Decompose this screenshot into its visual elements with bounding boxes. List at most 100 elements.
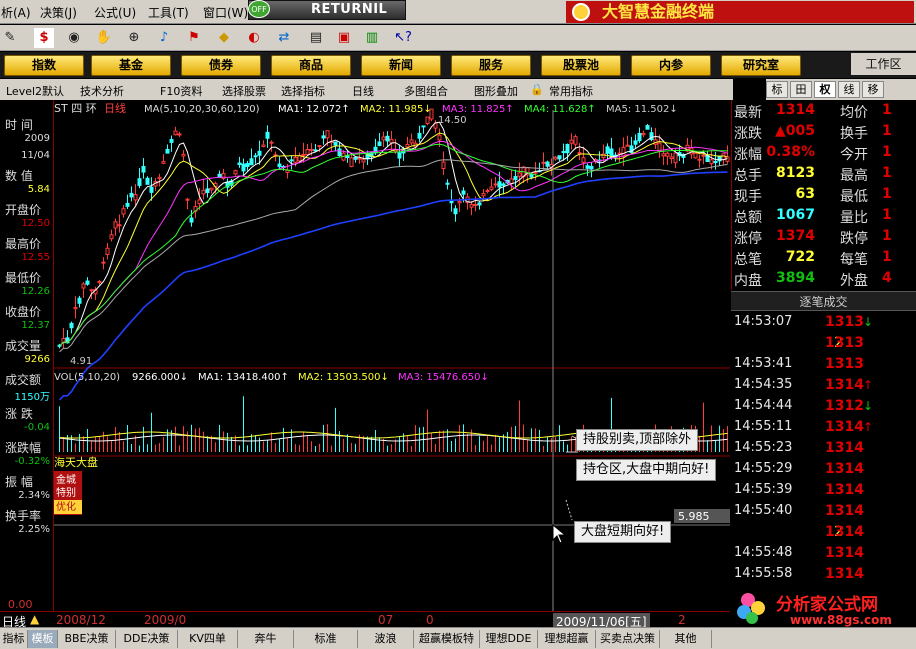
quote-key: 最新 bbox=[734, 105, 762, 121]
arrow-up-icon: ↑ bbox=[863, 378, 874, 392]
select-indicator-button[interactable]: 选择指标 bbox=[281, 83, 325, 99]
brand-logo-icon bbox=[572, 3, 590, 21]
tab-trade-points[interactable]: 买卖点决策 bbox=[596, 630, 660, 648]
indicator-title: 海天大盘 bbox=[54, 455, 98, 469]
select-stock-button[interactable]: 选择股票 bbox=[222, 83, 266, 99]
returnil-banner[interactable]: RETURNIL bbox=[248, 0, 406, 20]
quote-value-2: 1 bbox=[882, 123, 892, 139]
overlay-button[interactable]: 图形叠加 bbox=[474, 83, 518, 99]
quote-value-2: 1 bbox=[882, 186, 892, 202]
nav-stock-pool-button[interactable]: 股票池 bbox=[541, 55, 621, 76]
tab-bbe[interactable]: BBE决策 bbox=[58, 630, 116, 648]
export-icon[interactable]: ⇄ bbox=[274, 28, 294, 48]
menu-window[interactable]: 窗口(W) bbox=[203, 4, 248, 21]
f10-button[interactable]: F10资料 bbox=[160, 83, 202, 99]
tab-standard[interactable]: 标准 bbox=[294, 630, 358, 648]
nav-service-button[interactable]: 服务 bbox=[451, 55, 531, 76]
dial-icon[interactable]: ◐ bbox=[244, 28, 264, 48]
nav-fund-button[interactable]: 基金 bbox=[91, 55, 171, 76]
tech-analysis-button[interactable]: 技术分析 bbox=[80, 83, 124, 99]
tab-wave[interactable]: 波浪 bbox=[358, 630, 414, 648]
quote-key-2: 每笔 bbox=[840, 252, 868, 268]
grey-box-icon[interactable]: ▤ bbox=[306, 28, 326, 48]
hand-icon[interactable]: ✋ bbox=[94, 28, 114, 48]
tab-indicator[interactable]: 指标 bbox=[0, 630, 28, 648]
menu-decision[interactable]: 决策(J) bbox=[40, 4, 77, 21]
tab-other[interactable]: 其他 bbox=[660, 630, 712, 648]
candle-body bbox=[441, 161, 446, 169]
amount-value: 1150万 bbox=[14, 392, 50, 403]
trade-row: 14:53:41 1313 bbox=[731, 356, 916, 377]
window-icon[interactable]: ▣ bbox=[334, 28, 354, 48]
candle-body bbox=[457, 200, 462, 204]
daily-line-button[interactable]: 日线 bbox=[352, 83, 374, 99]
change-pct-label: 涨跌幅 bbox=[5, 441, 42, 455]
quote-key-2: 今开 bbox=[840, 147, 868, 163]
glasses-icon[interactable]: ◉ bbox=[64, 28, 84, 48]
nav-index-button[interactable]: 指数 bbox=[4, 55, 84, 76]
common-indicator-button[interactable]: 常用指标 bbox=[549, 83, 593, 99]
tab-mark[interactable]: 标 bbox=[766, 81, 788, 98]
quote-key: 现手 bbox=[734, 189, 762, 205]
high-marker: 14.50 bbox=[438, 115, 467, 126]
trade-time: 14:53:41 bbox=[734, 356, 793, 371]
tab-dde[interactable]: DDE决策 bbox=[116, 630, 178, 648]
tab-template[interactable]: 模板 bbox=[28, 630, 58, 648]
nav-insider-button[interactable]: 内参 bbox=[631, 55, 711, 76]
flag-icon[interactable]: ⚑ bbox=[184, 28, 204, 48]
help-pointer-icon[interactable]: ↖? bbox=[393, 28, 413, 48]
period-label: 日线 bbox=[104, 101, 126, 115]
tab-line[interactable]: 线 bbox=[838, 81, 860, 98]
tab-ideal-dde[interactable]: 理想DDE bbox=[480, 630, 538, 648]
tab-rights[interactable]: 权 bbox=[814, 81, 836, 98]
nav-bond-button[interactable]: 债券 bbox=[181, 55, 261, 76]
tab-grid[interactable]: 田 bbox=[790, 81, 812, 98]
trade-row: 14:55:23 1314 bbox=[731, 440, 916, 461]
callout-hold-stock: 持股别卖,顶部除外 bbox=[576, 429, 699, 451]
tab-bull[interactable]: 奔牛 bbox=[238, 630, 294, 648]
tab-ideal-super[interactable]: 理想超赢 bbox=[538, 630, 596, 648]
ruler-icon[interactable]: ✎ bbox=[0, 28, 20, 48]
menu-tools[interactable]: 工具(T) bbox=[148, 4, 189, 21]
tab-move[interactable]: 移 bbox=[862, 81, 884, 98]
candle-body bbox=[173, 130, 178, 136]
tab-super-template[interactable]: 超赢模板特 bbox=[414, 630, 480, 648]
dollar-icon[interactable]: $ bbox=[34, 28, 54, 48]
trade-row: 14:55:48 1314 bbox=[731, 545, 916, 566]
quote-row: 最新 1314 均价 1 bbox=[732, 102, 916, 123]
candle-body bbox=[577, 152, 582, 155]
binoculars-icon[interactable]: ⊕ bbox=[124, 28, 144, 48]
time-label: 时 间 bbox=[5, 118, 33, 132]
nav-news-button[interactable]: 新闻 bbox=[361, 55, 441, 76]
trade-time: 14:55:58 bbox=[734, 566, 793, 581]
quote-key: 内盘 bbox=[734, 273, 762, 289]
returnil-off-badge[interactable]: OFF bbox=[248, 0, 270, 18]
kline-chart[interactable]: ST 四 环 日线 MA(5,10,20,30,60,120) MA1: 12.… bbox=[54, 100, 730, 626]
candle-body bbox=[361, 159, 366, 163]
trade-row: 14:55:58 1314 bbox=[731, 566, 916, 587]
trade-time: 14:54:35 bbox=[734, 377, 793, 392]
badge-line-1: 金城 bbox=[56, 473, 76, 486]
level2-default-button[interactable]: Level2默认 bbox=[6, 83, 64, 99]
menu-formula[interactable]: 公式(U) bbox=[94, 4, 136, 21]
nav-research-button[interactable]: 研究室 bbox=[721, 55, 801, 76]
menu-analysis[interactable]: 析(A) bbox=[1, 4, 31, 21]
candle-body bbox=[637, 132, 642, 142]
quote-value-2: 1 bbox=[882, 228, 892, 244]
workarea-button[interactable]: 工作区 bbox=[851, 53, 916, 75]
nav-commodity-button[interactable]: 商品 bbox=[271, 55, 351, 76]
bell-icon[interactable]: ♪ bbox=[154, 28, 174, 48]
lock-icon[interactable]: 🔒 bbox=[530, 83, 544, 96]
diamond-icon[interactable]: ◆ bbox=[214, 28, 234, 48]
candle-body bbox=[113, 221, 118, 229]
quote-value: 3894 bbox=[776, 270, 815, 286]
candle-body bbox=[149, 186, 154, 193]
candle-body bbox=[169, 139, 174, 143]
books-icon[interactable]: ▥ bbox=[362, 28, 382, 48]
trade-price: 1313 bbox=[825, 335, 864, 351]
trade-time: 14:55:39 bbox=[734, 482, 793, 497]
tab-kv[interactable]: KV四单 bbox=[178, 630, 238, 648]
multi-chart-button[interactable]: 多图组合 bbox=[404, 83, 448, 99]
trade-row: 14:55:11 1314 ↑ bbox=[731, 419, 916, 440]
high-label: 最高价 bbox=[5, 237, 42, 251]
